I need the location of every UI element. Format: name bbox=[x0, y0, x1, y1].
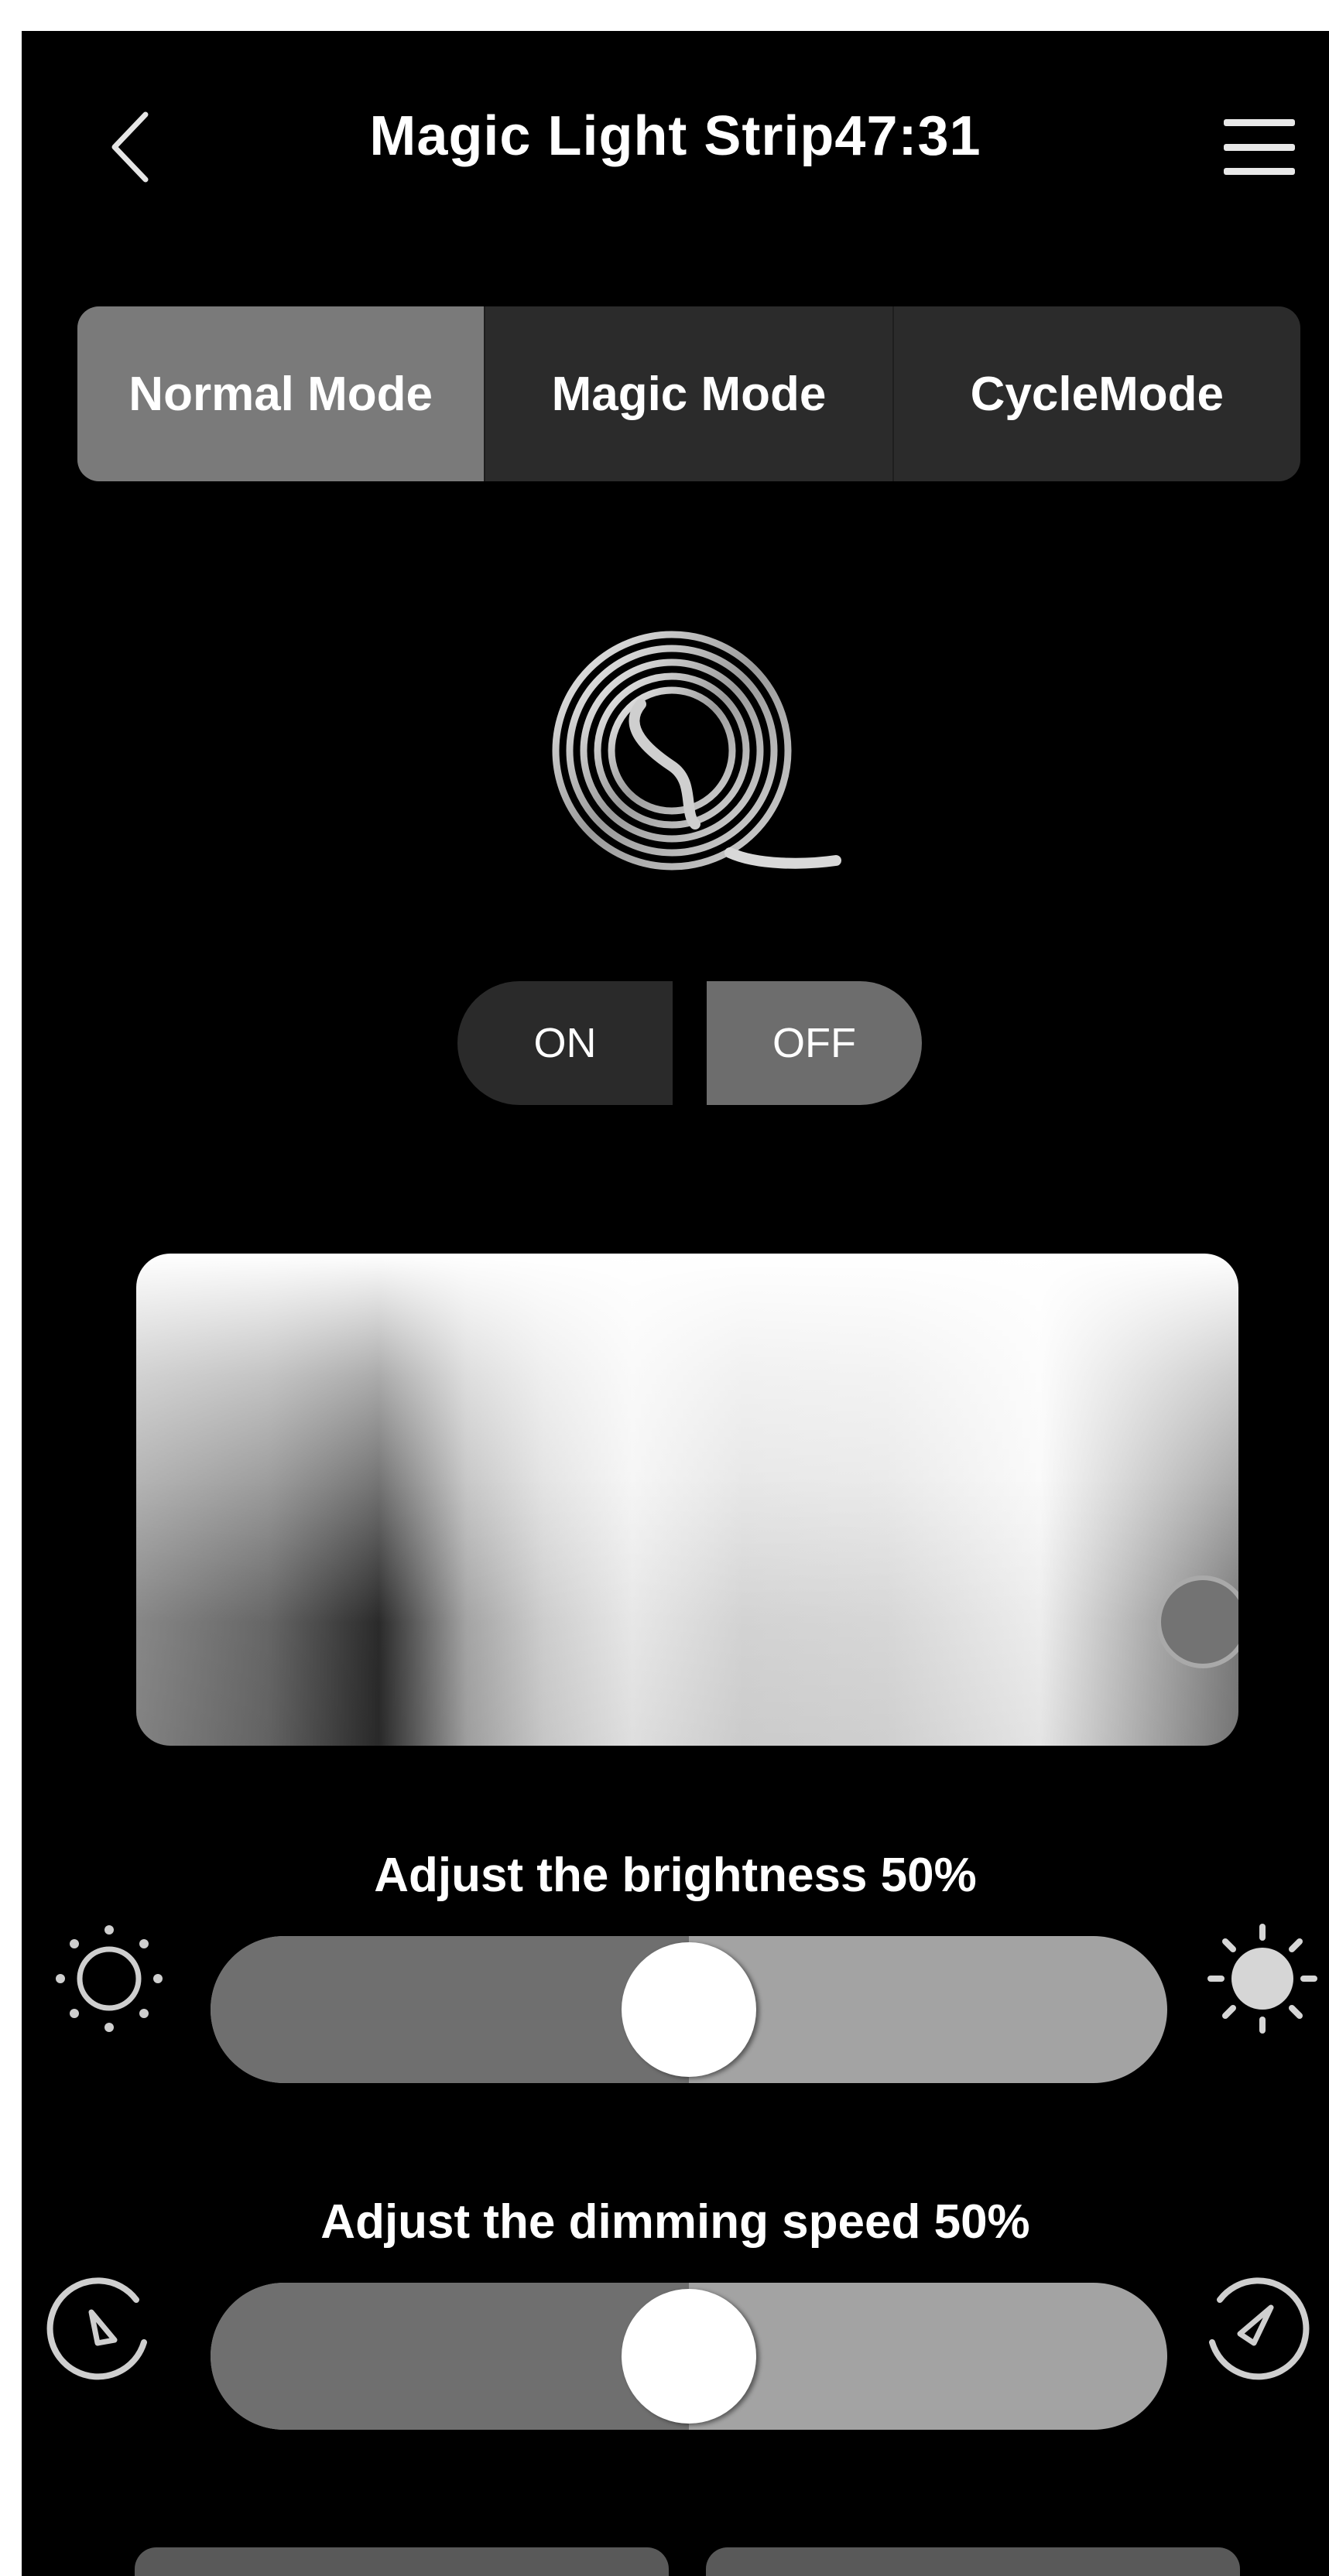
tab-cycle-mode[interactable]: CycleMode bbox=[892, 306, 1300, 481]
hamburger-menu-icon bbox=[1224, 119, 1295, 126]
power-on-button[interactable]: ON bbox=[457, 981, 673, 1105]
power-off-button[interactable]: OFF bbox=[707, 981, 922, 1105]
color-picker-panel[interactable] bbox=[136, 1254, 1238, 1746]
speed-gauge-fast-icon bbox=[1197, 2269, 1313, 2385]
tab-normal-mode[interactable]: Normal Mode bbox=[77, 306, 485, 481]
color-picker-handle[interactable] bbox=[1156, 1575, 1238, 1668]
sun-filled-icon bbox=[1204, 1921, 1320, 2037]
dimming-speed-label: Adjust the dimming speed 50% bbox=[320, 2195, 1030, 2249]
chevron-left-icon bbox=[111, 111, 149, 183]
menu-button[interactable] bbox=[1221, 108, 1298, 186]
bottom-right-button-icon bbox=[706, 2547, 1240, 2576]
bottom-right-button[interactable] bbox=[706, 2547, 1240, 2576]
brightness-slider-fill bbox=[211, 1936, 689, 2083]
bottom-left-button-icon bbox=[135, 2547, 669, 2576]
brightness-slider[interactable] bbox=[211, 1936, 1167, 2083]
sun-outline-icon bbox=[51, 1921, 167, 2037]
mode-tabs: Normal Mode Magic Mode CycleMode bbox=[77, 306, 1300, 481]
dimming-speed-slider[interactable] bbox=[211, 2283, 1167, 2430]
dimming-speed-slider-thumb[interactable] bbox=[622, 2289, 756, 2424]
back-button[interactable] bbox=[99, 101, 161, 193]
light-strip-coil-icon bbox=[552, 631, 841, 871]
speed-gauge-slow-icon bbox=[43, 2269, 159, 2385]
tab-magic-mode[interactable]: Magic Mode bbox=[484, 306, 892, 481]
bottom-left-button[interactable] bbox=[135, 2547, 669, 2576]
page-title: Magic Light Strip47:31 bbox=[369, 105, 981, 167]
brightness-label: Adjust the brightness 50% bbox=[374, 1849, 977, 1902]
app-screen: Magic Light Strip47:31 Normal Mode Magic… bbox=[22, 31, 1329, 2576]
power-toggle: ON OFF bbox=[457, 981, 922, 1105]
brightness-slider-thumb[interactable] bbox=[622, 1942, 756, 2077]
dimming-speed-slider-fill bbox=[211, 2283, 689, 2430]
